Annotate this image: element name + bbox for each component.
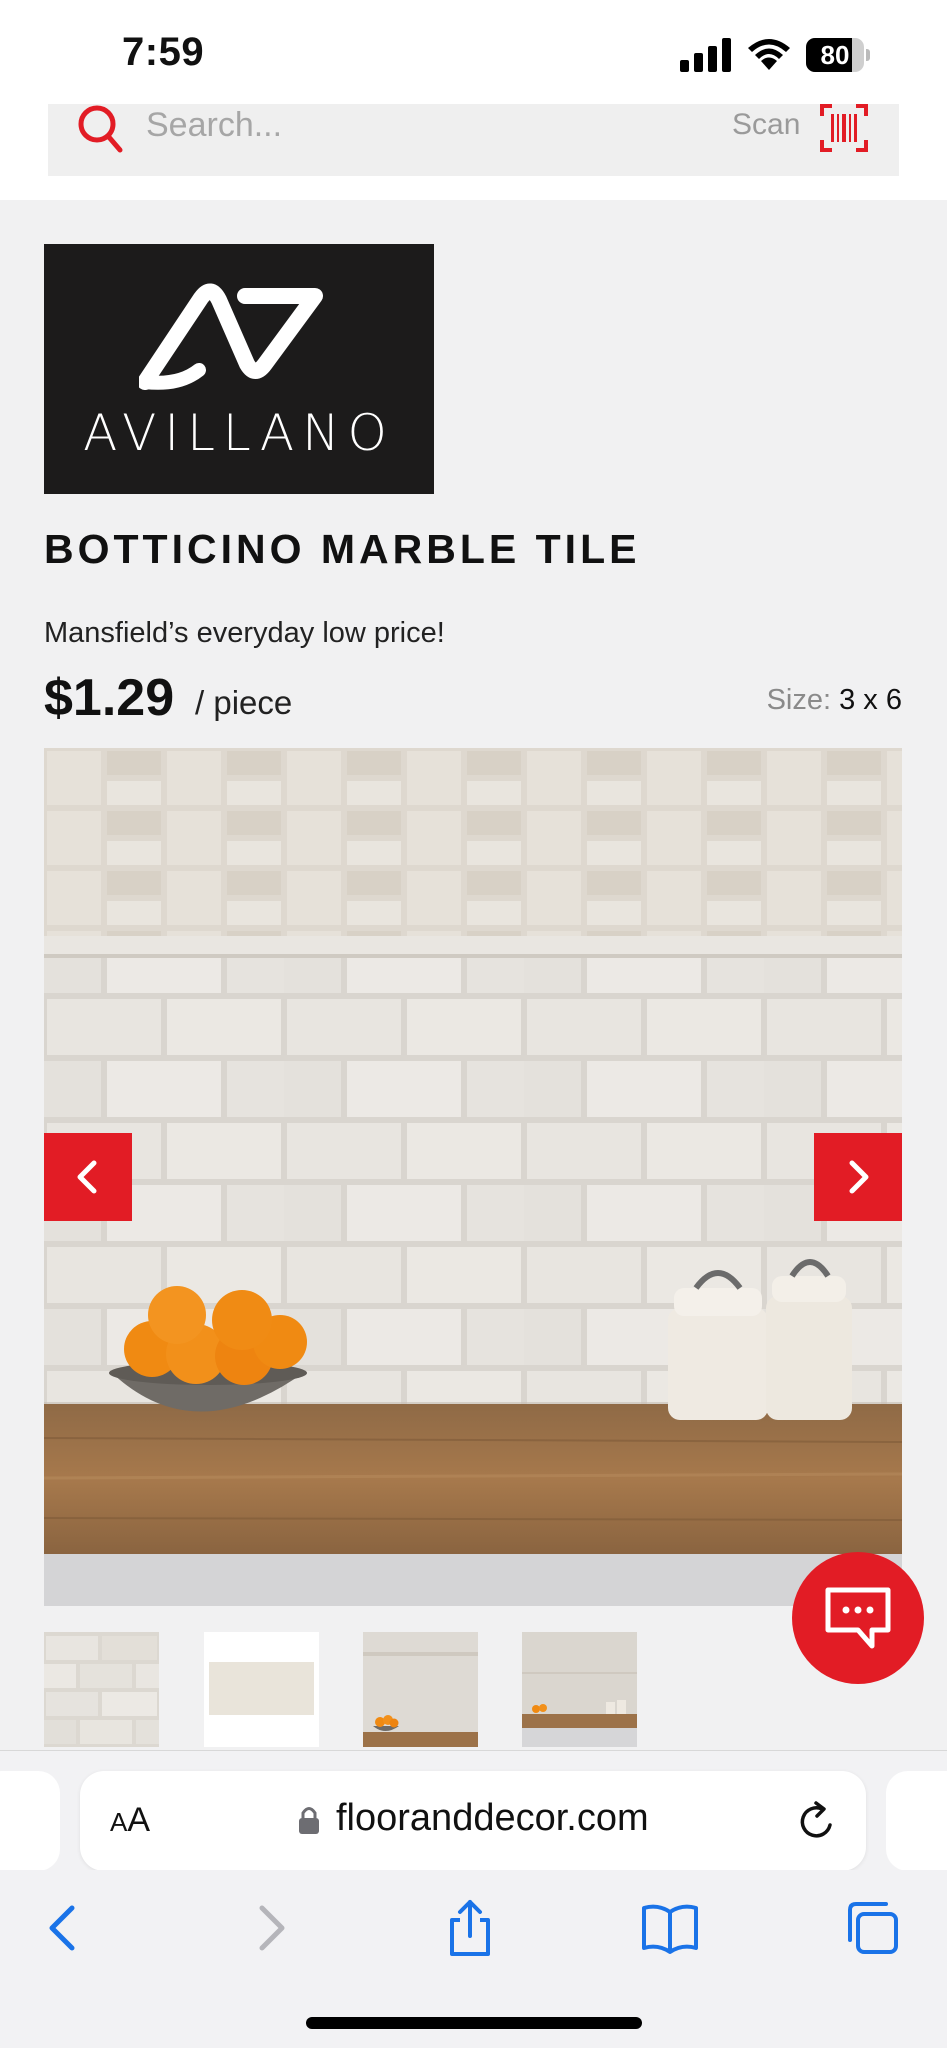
lock-icon xyxy=(299,1807,319,1834)
chat-button[interactable] xyxy=(792,1552,924,1684)
product-size: Size: 3 x 6 xyxy=(767,684,902,717)
gallery-thumbnail[interactable] xyxy=(363,1632,478,1747)
barcode-scan-icon[interactable] xyxy=(820,104,868,152)
aa-small-letter: A xyxy=(110,1807,128,1837)
search-bar[interactable]: Search... Scan xyxy=(48,104,899,176)
thumbnail-oranges-scene xyxy=(363,1632,478,1747)
battery-percent: 80 xyxy=(820,40,850,70)
brand-name: AVILLANO xyxy=(83,404,395,462)
status-time: 7:59 xyxy=(122,30,205,74)
avillano-logo-mark xyxy=(139,283,323,390)
browser-address-area: AA flooranddecor.com xyxy=(0,1750,947,1871)
product-title: BOTTICINO MARBLE TILE xyxy=(44,526,641,572)
thumbnail-single-tile xyxy=(204,1632,319,1747)
site-header: Search... Scan xyxy=(0,104,947,200)
wifi-icon xyxy=(748,39,790,70)
thumbnail-tile-closeup xyxy=(44,1632,159,1747)
thumbnail-wide-scene xyxy=(522,1632,637,1747)
reader-aa-button[interactable]: AA xyxy=(110,1801,150,1840)
search-icon[interactable] xyxy=(76,104,124,156)
reload-icon[interactable] xyxy=(796,1799,838,1843)
chevron-left-icon xyxy=(77,1160,97,1194)
cellular-signal-icon xyxy=(680,38,731,72)
gallery-thumbnail[interactable] xyxy=(522,1632,637,1747)
price-unit: / piece xyxy=(195,684,293,721)
gallery-thumbnail[interactable] xyxy=(44,1632,159,1747)
back-icon[interactable] xyxy=(34,1898,94,1958)
search-input[interactable]: Search... xyxy=(146,106,282,145)
address-bar[interactable]: AA flooranddecor.com xyxy=(80,1771,866,1871)
product-main-image[interactable] xyxy=(44,748,902,1606)
chevron-right-icon xyxy=(849,1160,869,1194)
brand-logo[interactable]: AVILLANO xyxy=(44,244,434,494)
previous-tab-preview[interactable] xyxy=(0,1771,60,1871)
scan-label[interactable]: Scan xyxy=(732,108,800,142)
kitchen-backsplash-photo xyxy=(44,748,902,1606)
forward-icon[interactable] xyxy=(240,1898,300,1958)
product-price: $1.29 xyxy=(44,669,175,727)
gallery-thumbnail[interactable] xyxy=(204,1632,319,1747)
gallery-prev-button[interactable] xyxy=(44,1133,132,1221)
url-text[interactable]: flooranddecor.com xyxy=(336,1797,649,1840)
status-bar: 7:59 80 xyxy=(0,0,947,104)
battery-indicator: 80 xyxy=(806,38,870,72)
bookmarks-icon[interactable] xyxy=(640,1898,700,1958)
next-tab-preview[interactable] xyxy=(886,1771,947,1871)
chat-bubble-icon xyxy=(825,1587,891,1649)
share-icon[interactable] xyxy=(440,1898,500,1958)
home-indicator[interactable] xyxy=(306,2017,642,2029)
gallery-next-button[interactable] xyxy=(814,1133,902,1221)
promo-text: Mansfield’s everyday low price! xyxy=(44,617,445,649)
size-label: Size: xyxy=(766,684,832,716)
size-value: 3 x 6 xyxy=(839,684,902,716)
tabs-icon[interactable] xyxy=(842,1898,902,1958)
aa-large-letter: A xyxy=(127,1801,151,1839)
